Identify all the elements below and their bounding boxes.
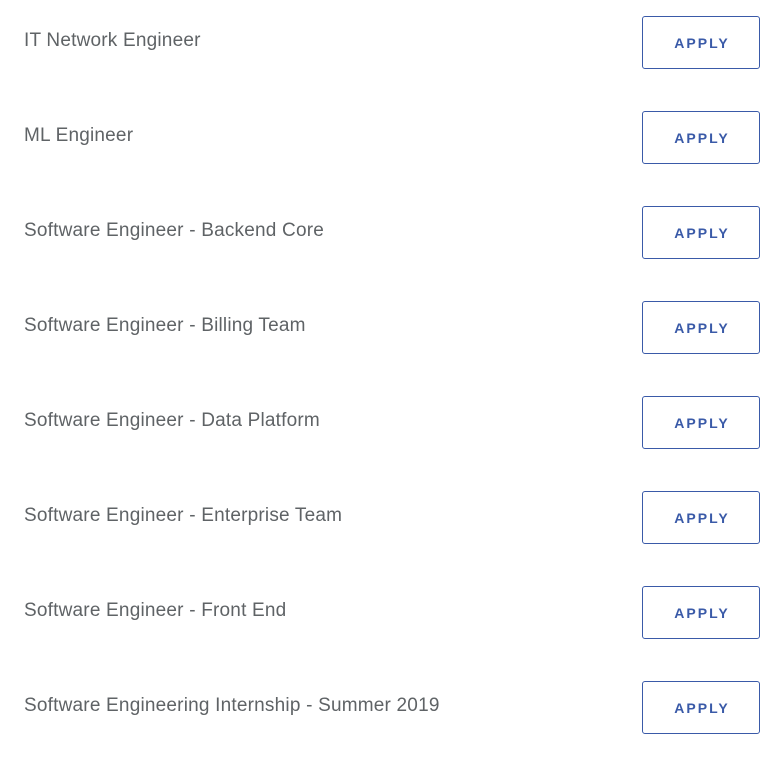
apply-button[interactable]: APPLY (642, 301, 760, 354)
job-title[interactable]: Software Engineer - Front End (24, 598, 286, 624)
apply-button[interactable]: APPLY (642, 206, 760, 259)
job-row: Software Engineer - Data Platform APPLY (0, 380, 777, 475)
job-row: IT Network Engineer APPLY (0, 0, 777, 95)
apply-button[interactable]: APPLY (642, 396, 760, 449)
apply-button[interactable]: APPLY (642, 491, 760, 544)
job-row: Software Engineer - Billing Team APPLY (0, 285, 777, 380)
job-title[interactable]: Software Engineer - Data Platform (24, 408, 320, 434)
job-title[interactable]: ML Engineer (24, 123, 133, 149)
job-title[interactable]: Software Engineer - Billing Team (24, 313, 306, 339)
job-row: Software Engineer - Backend Core APPLY (0, 190, 777, 285)
apply-button[interactable]: APPLY (642, 681, 760, 734)
job-row: ML Engineer APPLY (0, 95, 777, 190)
apply-button[interactable]: APPLY (642, 111, 760, 164)
job-row: Software Engineering Internship - Summer… (0, 665, 777, 760)
apply-button[interactable]: APPLY (642, 586, 760, 639)
job-row: Software Engineer - Enterprise Team APPL… (0, 475, 777, 570)
apply-button[interactable]: APPLY (642, 16, 760, 69)
job-row: Software Engineer - Front End APPLY (0, 570, 777, 665)
job-title[interactable]: IT Network Engineer (24, 28, 201, 54)
job-listings: IT Network Engineer APPLY ML Engineer AP… (0, 0, 777, 758)
job-title[interactable]: Software Engineer - Backend Core (24, 218, 324, 244)
job-title[interactable]: Software Engineering Internship - Summer… (24, 693, 440, 719)
job-title[interactable]: Software Engineer - Enterprise Team (24, 503, 342, 529)
